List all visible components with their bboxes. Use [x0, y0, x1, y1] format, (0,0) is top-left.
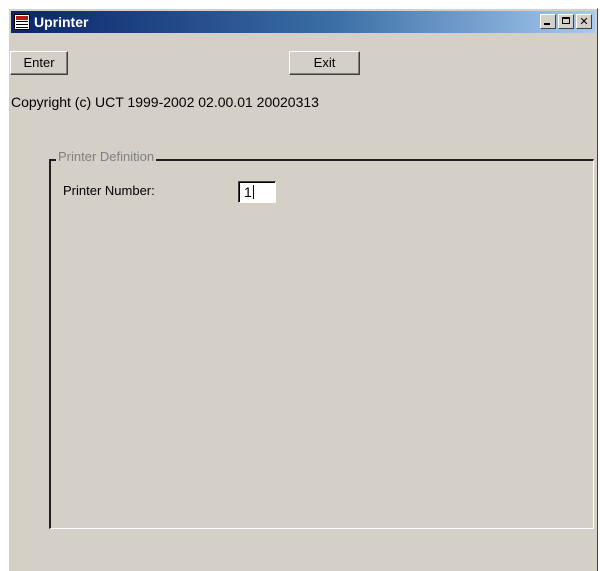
- group-legend: Printer Definition: [56, 149, 157, 164]
- text-caret: [252, 185, 254, 199]
- printer-definition-group: Printer Definition Printer Number: 1: [49, 149, 594, 529]
- printer-number-value: 1: [244, 184, 252, 200]
- printer-number-label: Printer Number:: [63, 183, 155, 198]
- window-title: Uprinter: [34, 14, 89, 30]
- minimize-icon: [544, 23, 550, 25]
- close-button[interactable]: ✕: [576, 14, 592, 29]
- application-window: Uprinter ✕ Enter Exit Copyright (c) UCT …: [8, 8, 598, 571]
- enter-button[interactable]: Enter: [10, 51, 68, 75]
- copyright-text: Copyright (c) UCT 1999-2002 02.00.01 200…: [11, 94, 319, 110]
- close-icon: ✕: [579, 15, 589, 28]
- printer-number-input[interactable]: 1: [238, 181, 276, 203]
- title-bar[interactable]: Uprinter ✕: [11, 11, 595, 33]
- exit-button[interactable]: Exit: [289, 51, 360, 75]
- maximize-icon: [562, 17, 570, 24]
- app-icon[interactable]: [14, 14, 30, 30]
- minimize-button[interactable]: [540, 14, 556, 29]
- maximize-button[interactable]: [558, 14, 574, 29]
